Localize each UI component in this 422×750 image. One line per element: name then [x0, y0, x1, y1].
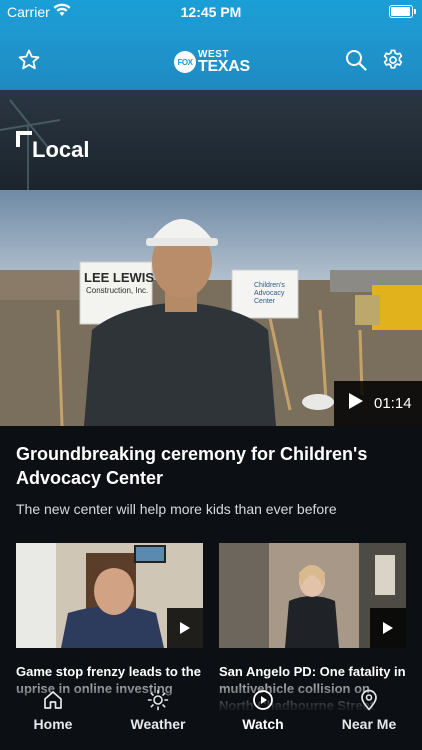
gear-icon — [381, 48, 405, 77]
card-play-button[interactable] — [167, 608, 203, 648]
video-card[interactable]: Game stop frenzy leads to the uprise in … — [16, 543, 203, 697]
section-header: Local — [16, 131, 89, 163]
tab-home[interactable]: Home — [3, 688, 103, 732]
settings-button[interactable] — [379, 48, 407, 76]
section-title: Local — [32, 137, 90, 162]
play-icon — [383, 622, 393, 634]
card-play-button[interactable] — [370, 608, 406, 648]
tab-home-label: Home — [33, 716, 73, 732]
station-logo[interactable]: FOX WEST TEXAS — [174, 48, 254, 76]
tab-watch-label: Watch — [242, 716, 284, 732]
status-bar: Carrier 12:45 PM — [0, 0, 422, 24]
sign-text-advocacy: Children's Advocacy Center — [254, 282, 285, 305]
battery-icon — [389, 5, 416, 18]
video-duration: 01:14 — [374, 395, 412, 412]
star-icon — [17, 48, 41, 77]
tab-near-me[interactable]: Near Me — [319, 688, 419, 732]
sign-text-construction: Construction, Inc. — [86, 286, 149, 295]
location-pin-icon — [319, 688, 419, 712]
sun-icon — [108, 688, 208, 712]
logo-line-2: TEXAS — [198, 57, 250, 75]
play-circle-icon — [213, 688, 313, 712]
hero-subhead: The new center will help more kids than … — [16, 501, 337, 517]
tab-near-me-label: Near Me — [341, 716, 397, 732]
fox-badge: FOX — [174, 51, 196, 73]
tab-weather-label: Weather — [130, 716, 186, 732]
hero-headline[interactable]: Groundbreaking ceremony for Children's A… — [16, 442, 396, 490]
tab-watch[interactable]: Watch — [213, 688, 313, 732]
status-time: 12:45 PM — [180, 4, 242, 20]
search-button[interactable] — [342, 48, 370, 76]
search-icon — [344, 48, 368, 77]
play-icon — [180, 622, 190, 634]
sign-text-lee-lewis: LEE LEWIS — [84, 270, 155, 285]
tab-weather[interactable]: Weather — [108, 688, 208, 732]
play-icon — [348, 392, 364, 415]
card-thumbnail — [16, 543, 203, 648]
corner-bracket-icon — [16, 131, 32, 147]
play-duration-button[interactable]: 01:14 — [334, 381, 422, 426]
favorites-button[interactable] — [15, 48, 43, 76]
home-icon — [3, 688, 103, 712]
card-thumbnail — [219, 543, 406, 648]
